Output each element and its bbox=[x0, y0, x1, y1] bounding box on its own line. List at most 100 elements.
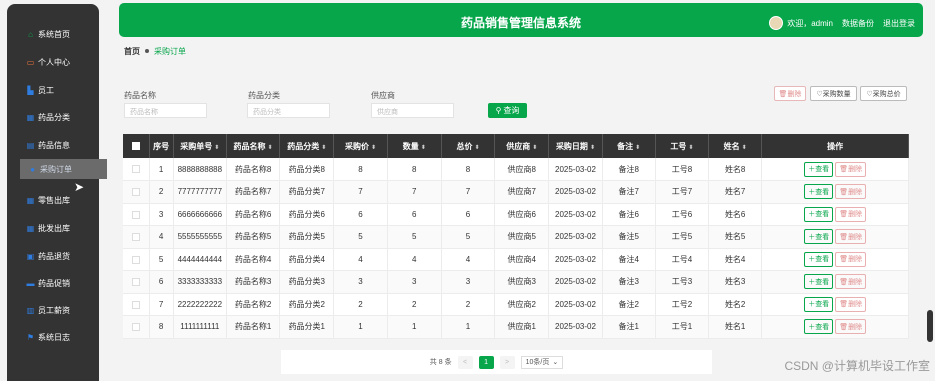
doc-icon: ▤ bbox=[26, 140, 35, 150]
column-header-label: 采购单号 bbox=[180, 141, 213, 151]
delete-button[interactable]: 🗑 删除 bbox=[835, 229, 867, 245]
sort-icon[interactable]: ⬍ bbox=[474, 145, 479, 151]
page-number-button[interactable]: 1 bbox=[478, 355, 494, 369]
column-header[interactable]: 工号 ⬍ bbox=[655, 134, 710, 158]
sidebar-item-purchase-order[interactable]: ● 采购订单 bbox=[20, 159, 107, 179]
column-header[interactable]: 采购日期 ⬍ bbox=[548, 134, 603, 158]
column-header[interactable]: 药品名称 ⬍ bbox=[226, 134, 281, 158]
column-header: 序号 bbox=[149, 134, 174, 158]
sidebar-item-wholesale-out[interactable]: ▦ 批发出库 bbox=[7, 218, 99, 238]
sidebar-item-salary[interactable]: ▥ 员工薪资 bbox=[7, 300, 99, 320]
row-checkbox[interactable] bbox=[131, 233, 140, 242]
table-cell: 4 bbox=[441, 248, 496, 271]
row-checkbox[interactable] bbox=[131, 188, 140, 197]
batch-delete-button[interactable]: 🗑 删除 bbox=[774, 86, 806, 101]
row-checkbox[interactable] bbox=[131, 210, 140, 219]
sidebar-item-system-log[interactable]: ⚑ 系统日志 bbox=[7, 327, 99, 347]
row-checkbox[interactable] bbox=[131, 323, 140, 332]
column-header-label: 供应商 bbox=[506, 141, 531, 151]
table-cell: 2025-03-02 bbox=[548, 270, 603, 294]
delete-button[interactable]: 🗑 删除 bbox=[835, 274, 867, 290]
view-button[interactable]: ＋查看 bbox=[804, 251, 834, 267]
supplier-input[interactable]: 供应商 bbox=[371, 103, 454, 118]
table-cell: 2025-03-02 bbox=[548, 293, 603, 316]
view-button[interactable]: ＋查看 bbox=[804, 296, 834, 312]
sort-icon[interactable]: ⬍ bbox=[590, 145, 595, 151]
pagination: 共 8 条 < 1 > 10条/页 ⌄ bbox=[281, 350, 712, 374]
view-button[interactable]: ＋查看 bbox=[804, 319, 834, 335]
row-checkbox[interactable] bbox=[131, 165, 140, 174]
search-button[interactable]: ⚲ 查询 bbox=[488, 103, 527, 118]
page-size-select[interactable]: 10条/页 ⌄ bbox=[520, 355, 564, 369]
breadcrumb-home[interactable]: 首页 bbox=[124, 47, 140, 56]
logout-link[interactable]: 退出登录 bbox=[883, 18, 915, 29]
column-header-label: 药品名称 bbox=[233, 141, 266, 151]
next-page-button[interactable]: > bbox=[499, 355, 515, 369]
sidebar-item-profile[interactable]: ▭ 个人中心 bbox=[7, 52, 99, 72]
row-checkbox[interactable] bbox=[131, 278, 140, 287]
view-button[interactable]: ＋查看 bbox=[804, 161, 834, 177]
sort-icon[interactable]: ⬍ bbox=[635, 145, 640, 151]
delete-button[interactable]: 🗑 删除 bbox=[835, 319, 867, 335]
sidebar-item-drug-category[interactable]: ▦ 药品分类 bbox=[7, 107, 99, 127]
column-header[interactable]: 数量 ⬍ bbox=[387, 134, 442, 158]
sort-icon[interactable]: ⬍ bbox=[421, 145, 426, 151]
table-row: 5 4444444444 药品名称4 药品分类4 4 4 4 供应商4 2025-03-02 备注… bbox=[123, 248, 909, 271]
trash-icon: 🗑 bbox=[839, 166, 849, 173]
prev-page-button[interactable]: < bbox=[457, 355, 473, 369]
sort-icon[interactable]: ⬍ bbox=[532, 145, 537, 151]
row-select-cell[interactable] bbox=[123, 180, 150, 204]
sort-icon[interactable]: ⬍ bbox=[742, 145, 747, 151]
backup-link[interactable]: 数据备份 bbox=[842, 18, 874, 29]
drug-category-input[interactable]: 药品分类 bbox=[247, 103, 330, 118]
sort-icon[interactable]: ⬍ bbox=[688, 145, 693, 151]
view-button[interactable]: ＋查看 bbox=[804, 206, 834, 222]
column-header[interactable]: 药品分类 ⬍ bbox=[279, 134, 335, 158]
vertical-scrollbar[interactable] bbox=[927, 310, 933, 342]
view-button[interactable]: ＋查看 bbox=[804, 229, 834, 245]
row-select-cell[interactable] bbox=[123, 203, 150, 226]
sort-icon[interactable]: ⬍ bbox=[371, 145, 376, 151]
row-select-cell[interactable] bbox=[123, 293, 150, 316]
delete-button[interactable]: 🗑 删除 bbox=[835, 296, 867, 312]
sidebar-item-home[interactable]: ⌂ 系统首页 bbox=[7, 24, 99, 44]
column-header[interactable]: 供应商 ⬍ bbox=[494, 134, 550, 158]
delete-button[interactable]: 🗑 删除 bbox=[835, 206, 867, 222]
row-select-cell[interactable] bbox=[123, 315, 150, 339]
table-cell: 6 bbox=[149, 270, 174, 294]
sort-icon[interactable]: ⬍ bbox=[268, 145, 273, 151]
sidebar-item-drug-info[interactable]: ▤ 药品信息 bbox=[7, 135, 99, 155]
delete-button[interactable]: 🗑 删除 bbox=[835, 251, 867, 267]
row-select-cell[interactable] bbox=[123, 270, 150, 294]
purchase-total-chart-button[interactable]: ♡ 采购总价 bbox=[860, 86, 907, 101]
sort-icon[interactable]: ⬍ bbox=[214, 145, 219, 151]
row-select-cell[interactable] bbox=[123, 248, 150, 271]
table-cell: 2025-03-02 bbox=[548, 248, 603, 271]
select-all-checkbox[interactable] bbox=[131, 142, 140, 151]
column-header[interactable]: 总价 ⬍ bbox=[441, 134, 496, 158]
column-header[interactable]: 采购价 ⬍ bbox=[333, 134, 388, 158]
select-all-header[interactable] bbox=[123, 134, 150, 158]
view-button[interactable]: ＋查看 bbox=[804, 184, 834, 200]
column-header[interactable]: 姓名 ⬍ bbox=[708, 134, 763, 158]
sidebar-item-drug-return[interactable]: ▣ 药品退货 bbox=[7, 246, 99, 266]
row-select-cell[interactable] bbox=[123, 158, 150, 181]
view-button[interactable]: ＋查看 bbox=[804, 274, 834, 290]
sort-icon[interactable]: ⬍ bbox=[321, 145, 326, 151]
purchase-qty-chart-button[interactable]: ♡ 采购数量 bbox=[810, 86, 857, 101]
table-cell: 工号7 bbox=[655, 180, 710, 204]
row-checkbox[interactable] bbox=[131, 255, 140, 264]
sidebar-item-drug-promo[interactable]: ▬ 药品促销 bbox=[7, 273, 99, 293]
table-cell: 备注5 bbox=[602, 225, 656, 249]
drug-name-input[interactable]: 药品名称 bbox=[124, 103, 207, 118]
column-header[interactable]: 备注 ⬍ bbox=[602, 134, 656, 158]
view-button-label: 查看 bbox=[815, 256, 830, 264]
sidebar-item-staff[interactable]: ▙ 员工 bbox=[7, 80, 99, 100]
sidebar-item-retail-out[interactable]: ▦ 零售出库 bbox=[7, 190, 99, 210]
chevron-down-icon: ⌄ bbox=[552, 359, 559, 366]
column-header[interactable]: 采购单号 ⬍ bbox=[173, 134, 227, 158]
delete-button[interactable]: 🗑 删除 bbox=[835, 184, 867, 200]
row-checkbox[interactable] bbox=[131, 300, 140, 309]
delete-button[interactable]: 🗑 删除 bbox=[835, 161, 867, 177]
row-select-cell[interactable] bbox=[123, 225, 150, 249]
